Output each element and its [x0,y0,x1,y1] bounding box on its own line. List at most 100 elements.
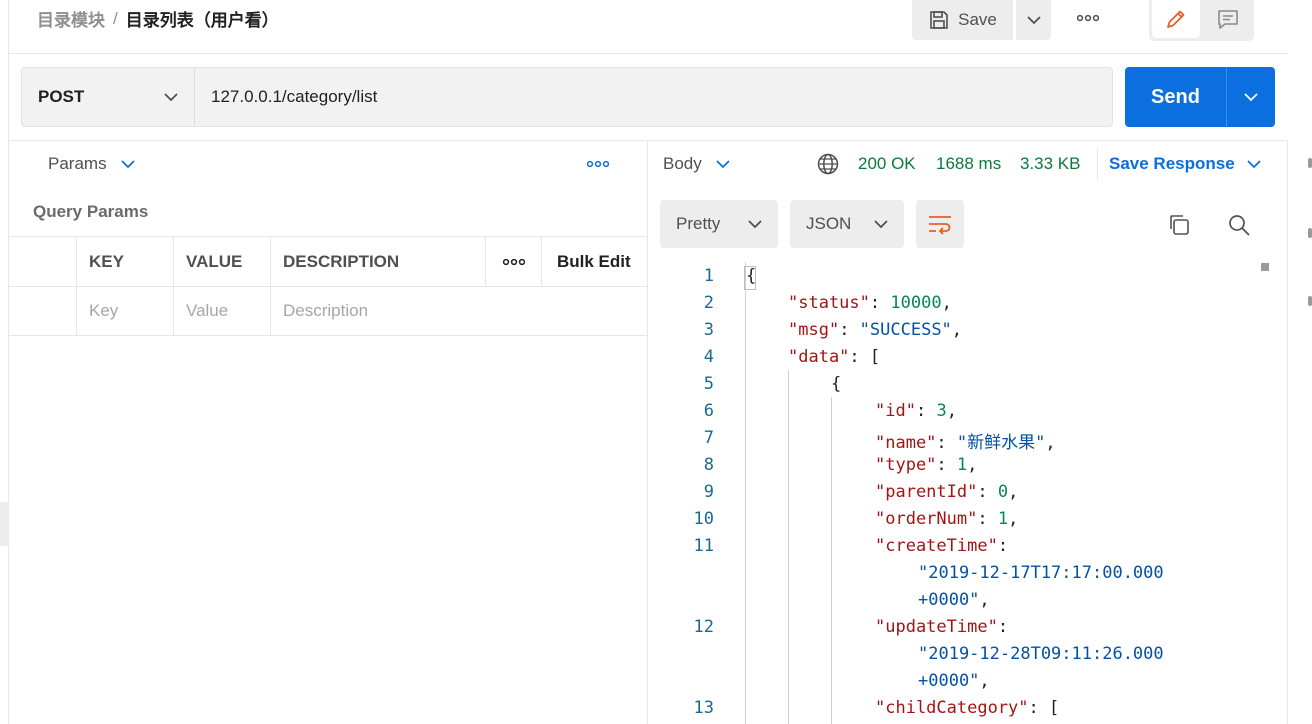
globe-icon[interactable] [816,152,840,176]
indent-guide [745,262,746,724]
chevron-down-icon [716,159,730,168]
wrap-lines-icon [929,216,951,235]
response-size[interactable]: 3.33 KB [1020,152,1081,176]
description-input[interactable]: Description [270,287,648,335]
json-punctuation: : [915,401,937,421]
description-column-header: DESCRIPTION [270,237,485,286]
json-key: "childCategory" [875,698,1029,718]
code-line: "createTime": [875,536,1008,556]
code-line: "parentId": 0, [875,482,1018,502]
body-tab-label: Body [663,154,702,173]
chevron-down-icon [120,159,135,168]
key-column-header: KEY [76,237,173,286]
tab-body[interactable]: Body [663,152,730,176]
column-options-button[interactable] [485,237,541,286]
line-number: 5 [703,374,714,394]
json-punctuation: : [997,617,1009,637]
line-number: 13 [693,698,714,718]
line-number: 10 [693,509,714,529]
json-punctuation: : [839,320,860,340]
save-label: Save [958,10,997,29]
value-input[interactable]: Value [173,287,270,335]
line-number: 7 [703,428,714,448]
save-response-label: Save Response [1109,154,1235,173]
view-mode-select[interactable]: Pretty [660,200,778,248]
json-punctuation: [ [869,347,881,367]
params-more-button[interactable] [583,154,613,174]
code-line: { [831,374,841,394]
json-key: "orderNum" [875,509,978,529]
json-punctuation: , [946,401,957,421]
more-horizontal-icon [587,160,609,168]
table-row: Key Value Description [9,286,648,336]
scrollbar-thumb[interactable] [1261,263,1269,271]
breadcrumb-current[interactable]: 目录列表（用户看） [126,6,279,31]
tab-params[interactable]: Params [48,152,135,176]
left-gutter [0,0,9,724]
response-status[interactable]: 200 OK [858,152,916,176]
params-tab-label: Params [48,154,107,173]
json-key: "createTime" [875,536,998,556]
chevron-down-icon [1026,15,1041,24]
save-button[interactable]: Save [912,0,1013,40]
json-punctuation: , [941,293,952,313]
breadcrumb: 目录模块 / 目录列表（用户看） [37,6,279,31]
indent-guide [831,397,832,724]
key-input[interactable]: Key [76,287,173,335]
save-response-button[interactable]: Save Response [1109,152,1261,176]
divider [1097,148,1098,180]
json-punctuation: : [977,482,998,502]
json-punctuation: , [979,590,990,610]
gutter-handle[interactable] [0,502,9,546]
send-options-button[interactable] [1227,67,1275,127]
code-line: "msg": "SUCCESS", [788,320,962,340]
checkbox-column [9,237,76,286]
json-punctuation: , [1008,482,1019,502]
pane-resizer[interactable] [647,140,648,724]
json-punctuation: , [979,671,990,691]
wrap-lines-button[interactable] [916,200,964,248]
method-label: POST [38,87,85,106]
comment-mode-button[interactable] [1204,0,1252,38]
line-number: 3 [703,320,714,340]
copy-icon[interactable] [1166,212,1192,238]
save-options-button[interactable] [1016,0,1051,40]
more-actions-button[interactable] [1073,8,1103,28]
line-number: 6 [703,401,714,421]
sidebar-marker [1308,228,1312,238]
line-number: 1 [703,266,714,286]
response-body-viewer[interactable]: 1{2 "status": 10000, 3 "msg": "SUCCESS", 4 "d… [660,262,1256,724]
code-line: "type": 1, [875,455,977,475]
scrollbar[interactable] [1256,262,1270,724]
json-string: "2019-12-17T17:17:00.000 [918,563,1164,583]
json-punctuation: : [1028,698,1050,718]
row-checkbox-cell [9,287,76,335]
json-punctuation: , [1008,509,1019,529]
search-icon[interactable] [1226,212,1252,238]
json-punctuation: : [936,455,957,475]
breadcrumb-parent[interactable]: 目录模块 [37,6,105,31]
bulk-edit-button[interactable]: Bulk Edit [541,237,648,286]
edit-mode-button[interactable] [1152,0,1200,38]
url-input[interactable]: 127.0.0.1/category/list [194,67,1113,127]
json-number: 1 [997,509,1009,529]
format-select[interactable]: JSON [790,200,904,248]
chevron-down-icon [164,92,178,101]
sidebar-marker [1308,158,1312,168]
divider [9,140,1288,141]
send-button[interactable]: Send [1125,67,1226,127]
response-time[interactable]: 1688 ms [936,152,1001,176]
json-key: "status" [788,293,870,313]
text-cursor [744,266,756,290]
method-select[interactable]: POST [21,67,195,127]
code-line: "id": 3, [875,401,957,421]
view-mode-label: Pretty [676,214,721,233]
code-line: "2019-12-17T17:17:00.000 [918,563,1164,583]
chevron-down-icon [748,219,762,228]
code-line: "updateTime": [875,617,1008,637]
code-line: "data": [ [788,347,880,367]
chevron-down-icon [874,219,888,228]
json-string: +0000" [918,590,980,610]
url-value: 127.0.0.1/category/list [211,87,378,106]
json-punctuation: : [936,433,957,453]
